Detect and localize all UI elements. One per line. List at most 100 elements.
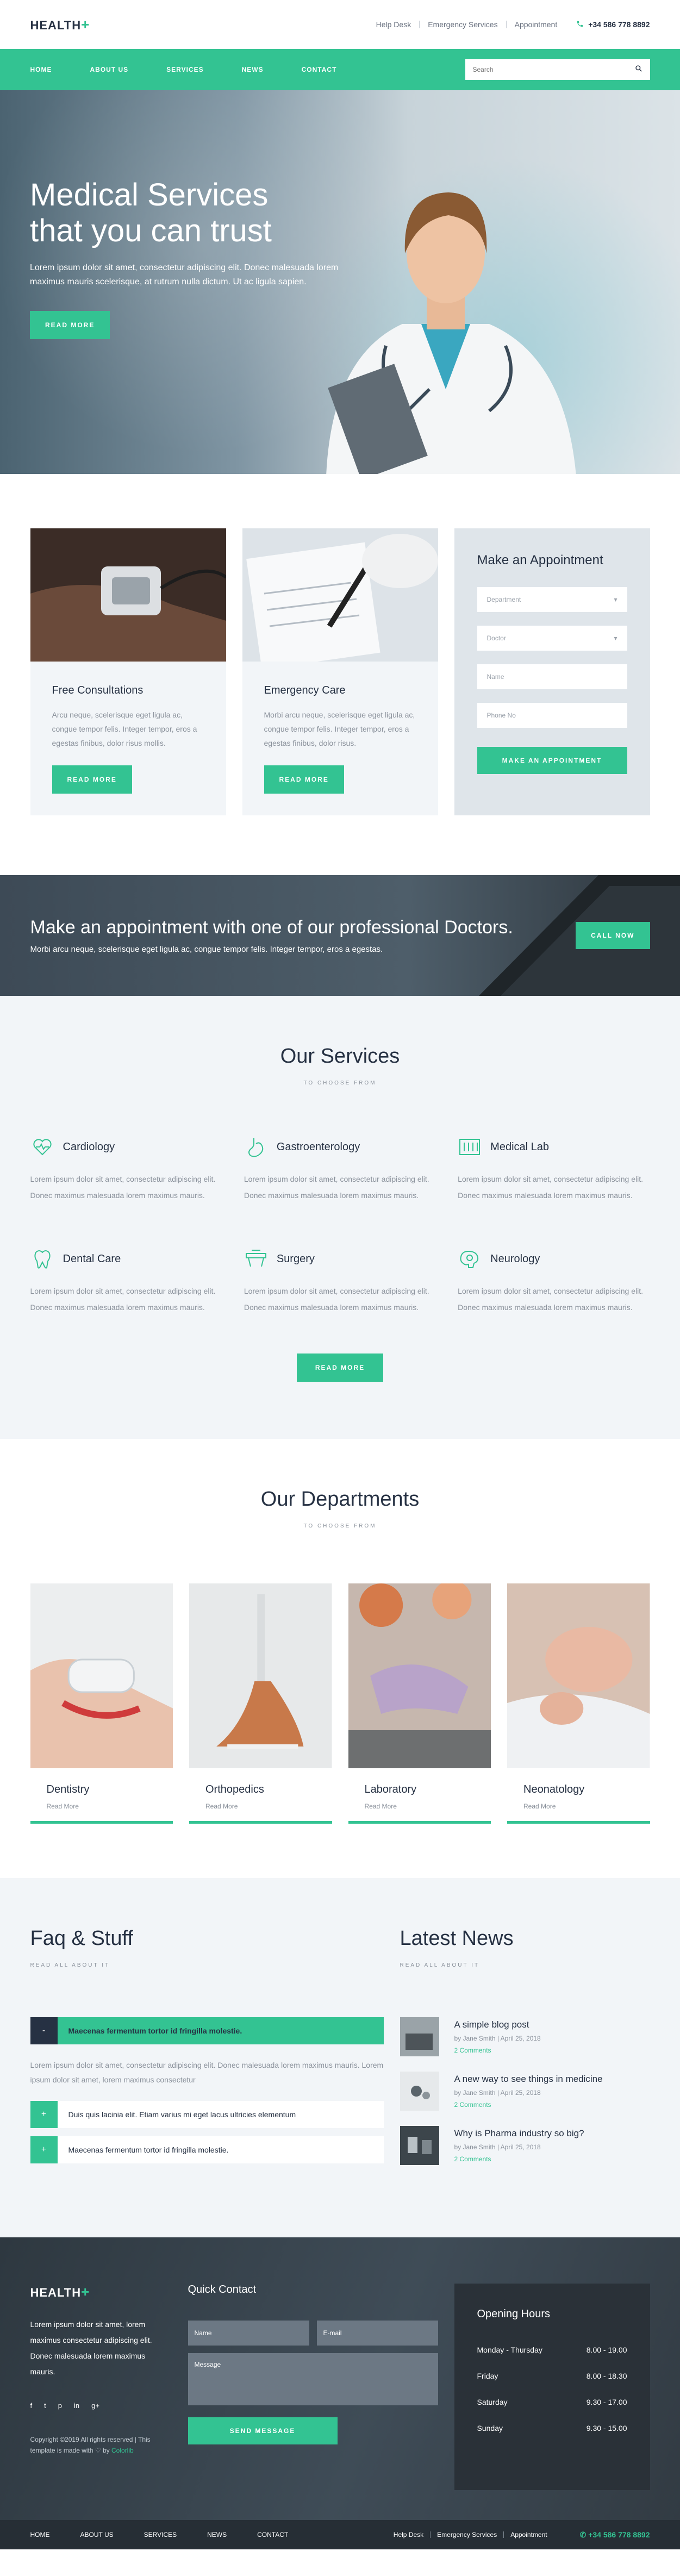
expand-icon[interactable]: + bbox=[30, 2101, 58, 2128]
department-card[interactable]: Neonatology Read More bbox=[507, 1583, 650, 1824]
bottom-nav-news[interactable]: NEWS bbox=[207, 2531, 227, 2538]
collapse-icon[interactable]: - bbox=[30, 2017, 58, 2044]
top-phone-number: +34 586 778 8892 bbox=[588, 20, 650, 29]
news-headline[interactable]: A simple blog post bbox=[454, 2019, 541, 2030]
service-title[interactable]: Cardiology bbox=[63, 1141, 115, 1153]
departments-section: Our Departments TO CHOOSE FROM Dentistry… bbox=[0, 1439, 680, 1878]
department-card[interactable]: Dentistry Read More bbox=[30, 1583, 173, 1824]
footer-email-field[interactable]: E-mail bbox=[316, 2321, 438, 2346]
google-plus-icon[interactable]: g+ bbox=[91, 2402, 99, 2410]
news-item[interactable]: Why is Pharma industry so big? by Jane Sm… bbox=[400, 2126, 650, 2165]
nav-services[interactable]: SERVICES bbox=[166, 66, 203, 73]
logo[interactable]: HEALTH+ bbox=[30, 16, 90, 33]
make-appointment-button[interactable]: MAKE AN APPOINTMENT bbox=[477, 747, 627, 774]
bottom-nav-services[interactable]: SERVICES bbox=[144, 2531, 177, 2538]
hours-row: Friday 8.00 - 18.30 bbox=[477, 2363, 627, 2389]
bottom-nav-contact[interactable]: CONTACT bbox=[257, 2531, 288, 2538]
top-link-emergency[interactable]: Emergency Services bbox=[428, 20, 497, 29]
bottom-link-emergency[interactable]: Emergency Services bbox=[437, 2531, 497, 2538]
service-title[interactable]: Surgery bbox=[277, 1253, 315, 1265]
news-item[interactable]: A simple blog post by Jane Smith | April … bbox=[400, 2017, 650, 2056]
consultation-image bbox=[30, 528, 226, 662]
cta-description: Morbi arcu neque, scelerisque eget ligul… bbox=[30, 945, 383, 954]
bottom-nav-home[interactable]: HOME bbox=[30, 2531, 50, 2538]
department-card[interactable]: Laboratory Read More bbox=[348, 1583, 491, 1824]
bottom-phone[interactable]: ✆ +34 586 778 8892 bbox=[580, 2530, 650, 2540]
phone-icon bbox=[576, 20, 584, 29]
faq-question: Maecenas fermentum tortor id fringilla m… bbox=[68, 2026, 242, 2035]
feature-card: Free Consultations Arcu neque, scelerisq… bbox=[30, 528, 226, 815]
services-read-more-button[interactable]: READ MORE bbox=[296, 1354, 384, 1382]
department-read-more-link[interactable]: Read More bbox=[47, 1802, 157, 1810]
service-title[interactable]: Gastroenterology bbox=[277, 1141, 360, 1153]
lab-icon bbox=[459, 1139, 481, 1155]
news-headline[interactable]: A new way to see things in medicine bbox=[454, 2074, 603, 2085]
bottom-link-appointment[interactable]: Appointment bbox=[510, 2531, 547, 2538]
footer-message-field[interactable]: Message bbox=[188, 2353, 438, 2405]
phone-field[interactable]: Phone No bbox=[477, 703, 627, 728]
top-link-help-desk[interactable]: Help Desk bbox=[376, 20, 411, 29]
news-comments[interactable]: 2 Comments bbox=[454, 2047, 541, 2054]
top-phone[interactable]: +34 586 778 8892 bbox=[576, 20, 650, 29]
department-select[interactable]: Department ▾ bbox=[477, 587, 627, 612]
linkedin-icon[interactable]: in bbox=[74, 2402, 79, 2410]
search-icon[interactable] bbox=[635, 65, 642, 75]
nav-contact[interactable]: CONTACT bbox=[302, 66, 337, 73]
stomach-icon bbox=[248, 1138, 264, 1157]
service-title[interactable]: Neurology bbox=[490, 1253, 540, 1265]
hero: Medical Services that you can trust Lorem… bbox=[0, 90, 680, 474]
bottom-phone-number: +34 586 778 8892 bbox=[588, 2530, 650, 2539]
nav-news[interactable]: NEWS bbox=[242, 66, 264, 73]
faq-news-section: Faq & Stuff READ ALL ABOUT IT - Maecenas … bbox=[0, 1878, 680, 2237]
name-field[interactable]: Name bbox=[477, 664, 627, 689]
faq: Faq & Stuff READ ALL ABOUT IT - Maecenas … bbox=[30, 1927, 384, 2180]
quick-contact-form: Name E-mail Message bbox=[188, 2321, 438, 2405]
send-message-button[interactable]: SEND MESSAGE bbox=[188, 2417, 338, 2444]
service-item: Dental Care Lorem ipsum dolor sit amet, … bbox=[30, 1247, 222, 1315]
opening-hours: Opening Hours Monday - Thursday 8.00 - 19… bbox=[454, 2284, 650, 2490]
expand-icon[interactable]: + bbox=[30, 2136, 58, 2163]
emergency-read-more-button[interactable]: READ MORE bbox=[264, 765, 344, 794]
hours-time: 9.30 - 17.00 bbox=[586, 2398, 627, 2406]
faq-item[interactable]: - Maecenas fermentum tortor id fringilla … bbox=[30, 2017, 384, 2044]
faq-item[interactable]: + Duis quis lacinia elit. Etiam varius mi… bbox=[30, 2101, 384, 2128]
bottom-menu: HOME ABOUT US SERVICES NEWS CONTACT bbox=[30, 2531, 319, 2538]
doctor-select[interactable]: Doctor ▾ bbox=[477, 626, 627, 651]
department-read-more-link[interactable]: Read More bbox=[365, 1802, 475, 1810]
department-read-more-link[interactable]: Read More bbox=[205, 1802, 316, 1810]
nav-about-us[interactable]: ABOUT US bbox=[90, 66, 129, 73]
hero-read-more-button[interactable]: READ MORE bbox=[30, 311, 110, 339]
footer-logo[interactable]: HEALTH+ bbox=[30, 2284, 161, 2300]
brain-icon bbox=[460, 1250, 479, 1268]
news-comments[interactable]: 2 Comments bbox=[454, 2101, 603, 2109]
service-title[interactable]: Dental Care bbox=[63, 1253, 121, 1265]
consultations-read-more-button[interactable]: READ MORE bbox=[52, 765, 132, 794]
top-link-appointment[interactable]: Appointment bbox=[515, 20, 558, 29]
footer-name-field[interactable]: Name bbox=[188, 2321, 309, 2346]
quick-contact: Quick Contact Name E-mail Message SEND M… bbox=[188, 2284, 438, 2490]
feature-card-body: Emergency Care Morbi arcu neque, sceleri… bbox=[242, 662, 438, 815]
nav-home[interactable]: HOME bbox=[30, 66, 52, 73]
department-title: Laboratory bbox=[364, 1783, 417, 1795]
department-card[interactable]: Orthopedics Read More bbox=[189, 1583, 332, 1824]
bottom-link-help-desk[interactable]: Help Desk bbox=[394, 2531, 423, 2538]
phone-field-placeholder: Phone No bbox=[486, 712, 516, 719]
faq-item[interactable]: + Maecenas fermentum tortor id fringilla … bbox=[30, 2136, 384, 2163]
call-now-button[interactable]: CALL NOW bbox=[576, 922, 650, 949]
twitter-icon[interactable]: t bbox=[44, 2402, 46, 2410]
divider bbox=[503, 2531, 504, 2538]
news-comments[interactable]: 2 Comments bbox=[454, 2155, 584, 2163]
news-meta: by Jane Smith | April 25, 2018 bbox=[454, 2143, 541, 2151]
nav-menu: HOME ABOUT US SERVICES NEWS CONTACT bbox=[30, 66, 375, 73]
news-item[interactable]: A new way to see things in medicine by Ja… bbox=[400, 2072, 650, 2111]
top-links: Help Desk Emergency Services Appointment… bbox=[376, 20, 650, 29]
department-read-more-link[interactable]: Read More bbox=[523, 1802, 634, 1810]
facebook-icon[interactable]: f bbox=[30, 2402, 33, 2410]
bottom-nav-about-us[interactable]: ABOUT US bbox=[80, 2531, 114, 2538]
logo-plus: + bbox=[81, 16, 90, 33]
news-headline[interactable]: Why is Pharma industry so big? bbox=[454, 2128, 584, 2139]
search-input[interactable] bbox=[472, 66, 614, 73]
pinterest-icon[interactable]: p bbox=[58, 2402, 62, 2410]
service-title[interactable]: Medical Lab bbox=[490, 1141, 549, 1153]
colorlib-link[interactable]: Colorlib bbox=[111, 2447, 134, 2454]
